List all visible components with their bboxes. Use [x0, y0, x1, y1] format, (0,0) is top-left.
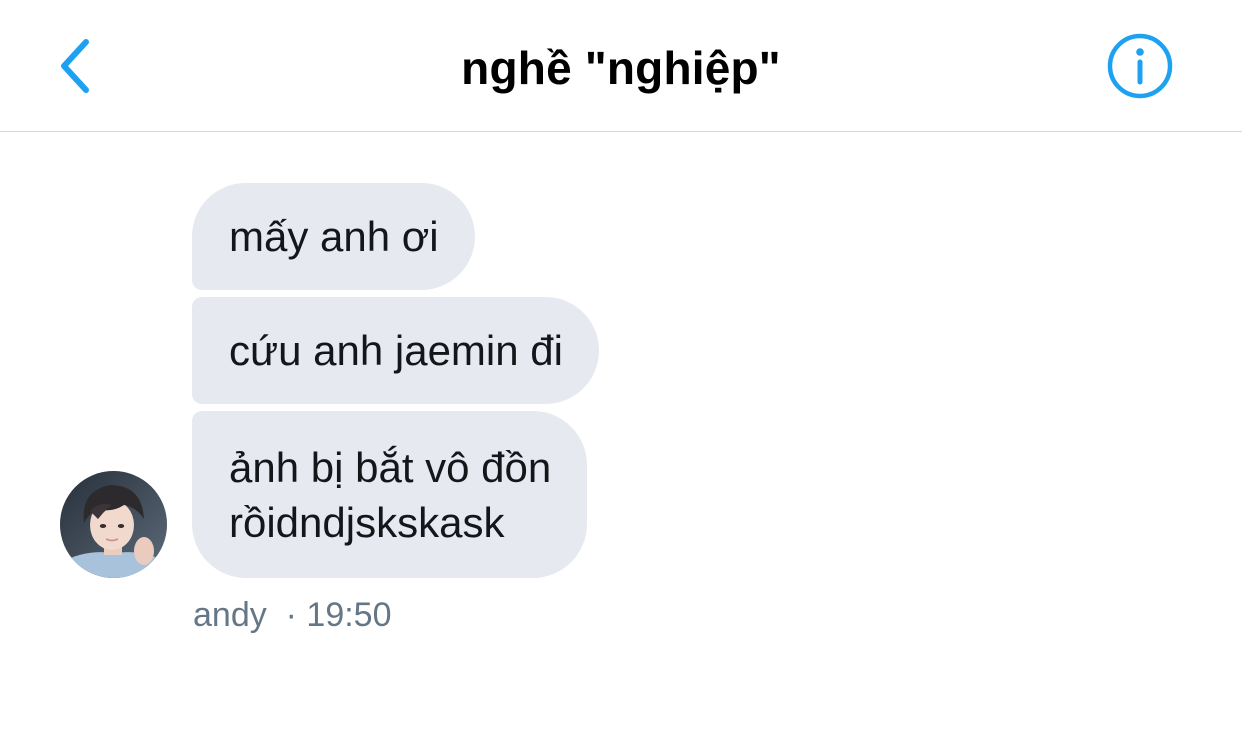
avatar-photo [60, 471, 167, 578]
sender-name: andy [193, 596, 267, 634]
conversation-header: nghề "nghiệp" [0, 0, 1242, 132]
message-line: rồidndjskskask [229, 498, 505, 546]
message-bubble[interactable]: mấy anh ơi [192, 183, 475, 290]
message-bubble[interactable]: cứu anh jaemin đi [192, 297, 599, 404]
message-text: ảnh bị bắt vô đồn rồidndjskskask [229, 440, 551, 550]
message-time: 19:50 [306, 596, 392, 634]
message-text: mấy anh ơi [229, 213, 439, 260]
avatar[interactable] [60, 471, 167, 578]
info-button[interactable] [1104, 30, 1176, 102]
message-text: cứu anh jaemin đi [229, 327, 563, 374]
conversation-title: nghề "nghiệp" [461, 42, 781, 94]
message-thread: mấy anh ơi cứu anh jaemin đi ảnh bị bắt … [0, 132, 1242, 752]
meta-separator: · [285, 596, 297, 634]
message-meta: andy · 19:50 [193, 593, 392, 637]
info-circle-icon [1107, 33, 1173, 99]
message-bubble[interactable]: ảnh bị bắt vô đồn rồidndjskskask [192, 411, 588, 578]
message-line: ảnh bị bắt vô đồn [229, 443, 552, 491]
dm-conversation-screen: nghề "nghiệp" mấy anh ơi cứu anh jaemin … [0, 0, 1242, 752]
